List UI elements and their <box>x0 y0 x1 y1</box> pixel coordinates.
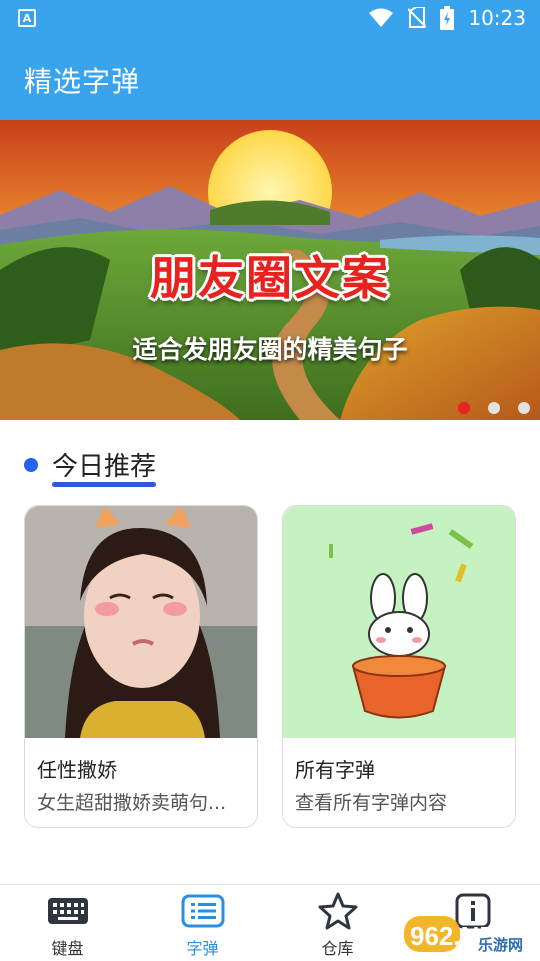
banner-subline: 适合发朋友圈的精美句子 <box>132 335 408 364</box>
app-notification-icon: A <box>18 9 36 27</box>
section-title-label: 今日推荐 <box>52 452 157 482</box>
tab-zidan[interactable]: 字弹 <box>135 885 270 961</box>
page-title: 精选字弹 <box>24 65 141 98</box>
card-thumbnail-girl <box>25 506 257 738</box>
carousel-dot-3[interactable] <box>518 402 530 414</box>
wifi-icon <box>369 8 394 27</box>
section-underline <box>52 482 157 487</box>
tab-label: 键盘 <box>51 939 84 958</box>
list-icon <box>181 893 225 929</box>
clock: 10:23 <box>468 6 526 30</box>
keyboard-icon <box>47 893 88 929</box>
card-title: 所有字弹 <box>295 758 375 782</box>
carousel-dot-2[interactable] <box>488 402 500 414</box>
section-title: 今日推荐 <box>52 446 157 487</box>
section-header: 今日推荐 <box>24 446 157 487</box>
battery-charging-icon <box>440 6 455 30</box>
banner-carousel[interactable]: 朋友圈文案 适合发朋友圈的精美句子 <box>0 120 540 420</box>
tab-label: 仓库 <box>321 939 354 958</box>
banner-headline: 朋友圈文案 <box>150 251 390 305</box>
watermark-site: 乐游网 <box>478 936 523 954</box>
carousel-indicator <box>458 402 530 414</box>
recommend-card-1[interactable]: 任性撒娇 女生超甜撒娇卖萌句... <box>24 505 258 828</box>
section-bullet-icon <box>24 457 38 472</box>
star-icon <box>318 892 358 930</box>
card-description: 女生超甜撒娇卖萌句... <box>37 792 227 814</box>
app-bar: 精选字弹 <box>0 36 540 120</box>
site-watermark: 962.NET 乐游网 <box>400 890 540 956</box>
tab-label: 字弹 <box>186 939 219 958</box>
tab-keyboard[interactable]: 键盘 <box>0 885 135 961</box>
card-thumbnail-rabbit <box>283 506 515 738</box>
no-sim-icon <box>408 7 427 28</box>
recommend-card-2[interactable]: 所有字弹 查看所有字弹内容 <box>282 505 516 828</box>
card-title: 任性撒娇 <box>37 758 117 782</box>
tab-warehouse[interactable]: 仓库 <box>270 885 405 961</box>
status-bar: A 10:23 <box>0 0 540 36</box>
card-description: 查看所有字弹内容 <box>295 792 448 814</box>
carousel-dot-1[interactable] <box>458 402 470 414</box>
